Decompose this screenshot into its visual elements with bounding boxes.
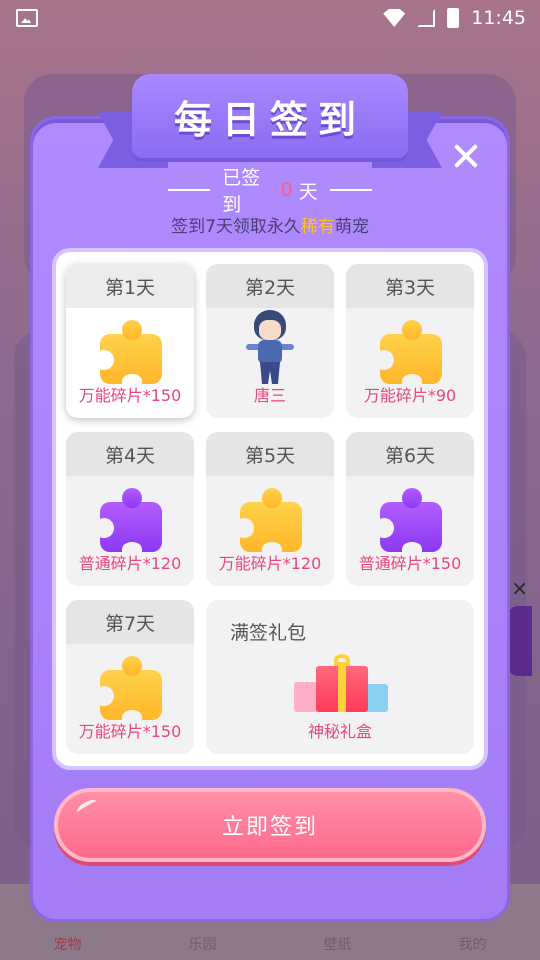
title-ribbon: 每日签到 <box>132 74 408 158</box>
day-reward: 万能碎片*90 <box>363 386 457 405</box>
day-reward: 普通碎片*150 <box>358 554 462 573</box>
close-icon[interactable] <box>452 142 480 170</box>
wifi-icon <box>383 9 406 27</box>
signed-count: 0 <box>280 179 293 201</box>
status-bar: 11:45 <box>0 0 540 36</box>
purple-puzzle-icon <box>374 488 442 556</box>
day-card-5[interactable]: 第5天 万能碎片*120 <box>206 432 334 586</box>
gift-box-icon <box>294 654 390 712</box>
signed-suffix: 天 <box>298 180 318 203</box>
tab-mine[interactable]: 我的 <box>433 934 513 954</box>
background-close-icon[interactable]: × <box>511 576 528 600</box>
day-card-7[interactable]: 第7天 万能碎片*150 <box>66 600 194 754</box>
full-checkin-bonus-card[interactable]: 满签礼包 神秘礼盒 <box>206 600 474 754</box>
gold-puzzle-icon <box>94 656 162 724</box>
day-title: 第2天 <box>206 264 334 308</box>
battery-icon <box>447 8 460 28</box>
subtitle-before: 签到7天领取永久 <box>171 217 301 237</box>
gold-puzzle-icon <box>94 320 162 388</box>
bonus-reward: 神秘礼盒 <box>307 722 372 741</box>
day-card-6[interactable]: 第6天 普通碎片*150 <box>346 432 474 586</box>
day-reward: 普通碎片*120 <box>78 554 182 573</box>
reward-grid: 第1天 万能碎片*150 第2天 唐三 第3天 万能碎片*90 第4天 普通碎片… <box>52 248 488 770</box>
day-card-1[interactable]: 第1天 万能碎片*150 <box>66 264 194 418</box>
day-title: 第4天 <box>66 432 194 476</box>
signal-icon <box>417 9 436 27</box>
tab-park[interactable]: 乐园 <box>163 934 243 954</box>
day-card-2[interactable]: 第2天 唐三 <box>206 264 334 418</box>
day-title: 第6天 <box>346 432 474 476</box>
gold-puzzle-icon <box>234 488 302 556</box>
subtitle-after: 萌宠 <box>334 217 369 237</box>
gallery-notification-icon <box>16 9 38 27</box>
tab-pets[interactable]: 宠物 <box>28 934 108 954</box>
bonus-title: 满签礼包 <box>230 622 307 644</box>
button-shine <box>74 797 100 817</box>
day-reward: 万能碎片*120 <box>218 554 322 573</box>
day-title: 第3天 <box>346 264 474 308</box>
day-card-3[interactable]: 第3天 万能碎片*90 <box>346 264 474 418</box>
dialog-title: 每日签到 <box>173 97 366 142</box>
day-title: 第7天 <box>66 600 194 644</box>
purple-puzzle-icon <box>94 488 162 556</box>
day-title: 第5天 <box>206 432 334 476</box>
divider-right <box>329 189 372 191</box>
day-reward: 万能碎片*150 <box>78 386 182 405</box>
day-title: 第1天 <box>66 264 194 308</box>
day-card-4[interactable]: 第4天 普通碎片*120 <box>66 432 194 586</box>
checkin-subtitle: 签到7天领取永久稀有萌宠 <box>60 212 480 237</box>
checkin-now-label: 立即签到 <box>221 815 318 840</box>
background-mascot <box>508 606 532 676</box>
subtitle-highlight: 稀有 <box>300 217 335 237</box>
gold-puzzle-icon <box>374 320 442 388</box>
day-reward: 万能碎片*150 <box>78 722 182 741</box>
divider-left <box>168 189 211 191</box>
checkin-now-button[interactable]: 立即签到 <box>54 788 486 862</box>
character-avatar-icon <box>246 310 294 386</box>
day-reward: 唐三 <box>253 386 286 405</box>
status-time: 11:45 <box>471 7 526 29</box>
signed-prefix: 已签到 <box>222 167 261 216</box>
tab-wallpaper[interactable]: 壁纸 <box>298 934 378 954</box>
signed-count-row: 已签到 0 天 <box>156 167 384 216</box>
